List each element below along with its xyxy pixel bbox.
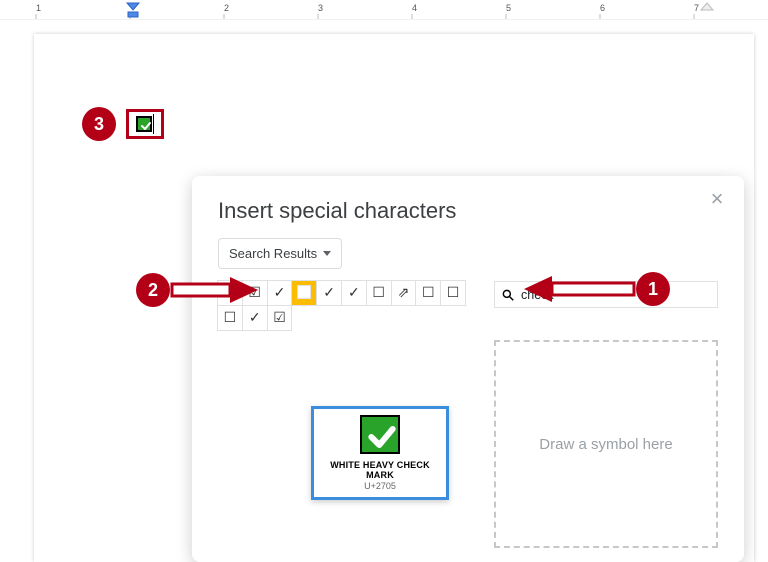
category-dropdown[interactable]: Search Results: [218, 238, 342, 269]
char-cell-selected[interactable]: [291, 280, 317, 306]
ruler-mark: 5: [506, 3, 511, 13]
draw-placeholder-text: Draw a symbol here: [539, 436, 672, 453]
char-cell[interactable]: ☐: [415, 280, 441, 306]
right-indent-marker[interactable]: [700, 2, 714, 18]
search-icon: [501, 288, 515, 302]
inserted-white-heavy-check-mark: [136, 116, 152, 132]
text-cursor: [153, 114, 155, 134]
annotation-badge-3: 3: [82, 107, 116, 141]
white-heavy-check-mark-icon: [360, 415, 400, 454]
annotation-badge-1: 1: [636, 272, 670, 306]
character-results-grid: ☐ ☑ ✓ ✓ ✓ ☐ ⇗ ☐ ☐ ☐: [218, 281, 476, 548]
char-cell[interactable]: ☐: [366, 280, 392, 306]
character-codepoint: U+2705: [364, 481, 396, 491]
horizontal-ruler[interactable]: 1 2 3 4 5 6 7: [0, 0, 768, 20]
category-dropdown-label: Search Results: [229, 246, 317, 261]
char-cell[interactable]: ✓: [341, 280, 367, 306]
char-cell[interactable]: ⇗: [391, 280, 417, 306]
character-preview-popover: WHITE HEAVY CHECK MARK U+2705: [311, 406, 449, 500]
close-dialog-button[interactable]: ×: [706, 188, 728, 210]
char-cell[interactable]: ☑: [267, 305, 293, 331]
ruler-mark: 2: [224, 3, 229, 13]
char-cell[interactable]: ☐: [440, 280, 466, 306]
annotation-badge-2: 2: [136, 273, 170, 307]
ruler-mark: 6: [600, 3, 605, 13]
ruler-mark: 3: [318, 3, 323, 13]
char-cell[interactable]: ✓: [267, 280, 293, 306]
inserted-character-highlight: [126, 109, 164, 139]
annotation-arrow-right: [170, 275, 260, 305]
annotation-arrow-left: [524, 274, 636, 304]
char-cell[interactable]: ☐: [217, 305, 243, 331]
draw-symbol-canvas[interactable]: Draw a symbol here: [494, 340, 718, 548]
insert-special-characters-dialog: × Insert special characters Search Resul…: [192, 176, 744, 562]
char-cell[interactable]: ✓: [242, 305, 268, 331]
character-name: WHITE HEAVY CHECK MARK: [320, 460, 440, 480]
ruler-mark: 4: [412, 3, 417, 13]
char-cell[interactable]: ✓: [316, 280, 342, 306]
left-indent-marker[interactable]: [126, 2, 140, 18]
ruler-mark: 1: [36, 3, 41, 13]
dialog-title: Insert special characters: [218, 198, 718, 224]
chevron-down-icon: [323, 251, 331, 256]
ruler-mark: 7: [694, 3, 699, 13]
white-heavy-check-mark-icon: [297, 285, 311, 299]
